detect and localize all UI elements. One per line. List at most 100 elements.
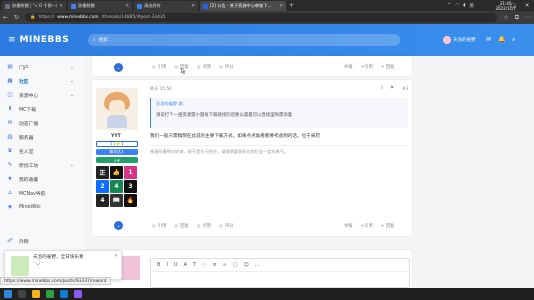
medal-badge[interactable]: 3 bbox=[124, 180, 137, 193]
reply-editor[interactable]: B I U A T ◌ ≡ ∞ ▢ ☺ … bbox=[150, 258, 410, 288]
like-button[interactable]: ◎ 点赞 bbox=[197, 223, 211, 230]
sidebar-item-label: 我的收藏 bbox=[19, 177, 39, 183]
app-icon[interactable] bbox=[74, 290, 82, 298]
wifi-icon[interactable]: ◠ bbox=[455, 3, 459, 9]
editor-tool-button[interactable]: ◌ bbox=[202, 262, 206, 268]
sidebar-item[interactable]: ♛ 名人堂 bbox=[0, 144, 86, 158]
sidebar-item[interactable]: ★ 我的收藏 bbox=[0, 172, 86, 186]
editor-tool-button[interactable]: I bbox=[166, 262, 167, 268]
browser-tab-4[interactable]: [2] 公告 - 关于资源中心审核下... ✕ bbox=[200, 1, 286, 11]
reply-button[interactable]: ◎ 回复 bbox=[174, 223, 188, 230]
sidebar-item[interactable]: ▤ 门户 ⌄ bbox=[0, 60, 86, 74]
new-tab-button[interactable]: + bbox=[289, 1, 294, 11]
search-icon[interactable] bbox=[18, 290, 26, 298]
post-time[interactable]: 昨天 15:56 bbox=[150, 86, 172, 92]
close-icon[interactable]: ✕ bbox=[114, 253, 118, 259]
start-icon[interactable] bbox=[4, 290, 12, 298]
editor-tool-button[interactable]: T bbox=[193, 262, 196, 268]
editor-tool-button[interactable]: ∞ bbox=[223, 262, 227, 268]
menu-icon[interactable]: ≡ bbox=[8, 35, 16, 45]
quote-button[interactable]: ◎ 引用 bbox=[152, 223, 166, 230]
editor-tool-button[interactable]: … bbox=[255, 262, 260, 268]
medal-badge[interactable]: 2 bbox=[96, 180, 109, 193]
editor-tool-button[interactable]: A bbox=[184, 262, 187, 268]
like-button[interactable]: ◎ 点赞 bbox=[197, 64, 211, 71]
chevron-down-icon[interactable]: ⌄ bbox=[70, 163, 74, 168]
sidebar-item[interactable]: ⌂ MCNav导航 bbox=[0, 186, 86, 200]
post-username[interactable]: YYT bbox=[111, 134, 121, 139]
close-window-icon[interactable]: ✕ bbox=[520, 0, 534, 11]
bell-icon[interactable]: 🔔 bbox=[498, 36, 505, 43]
back-icon[interactable]: ← bbox=[3, 14, 8, 21]
editor-tool-button[interactable]: ≡ bbox=[212, 262, 216, 268]
multi-quote-button[interactable]: +引用 bbox=[361, 223, 373, 229]
rate-button[interactable]: ◎ 评分 bbox=[219, 64, 233, 71]
editor-tool-button[interactable]: B bbox=[157, 262, 160, 268]
sidebar-item[interactable]: ▦ 社区 ⌄ bbox=[0, 74, 86, 88]
share-icon[interactable]: ⇪ bbox=[380, 86, 384, 91]
reply-quick-button[interactable]: + 回复 bbox=[381, 64, 395, 70]
quote-author[interactable]: 天治的雀野 说： bbox=[156, 101, 403, 107]
address-bar: ← ↻ 🔒 https://www.minebbs.com/threads/14… bbox=[0, 11, 534, 24]
sidebar-item-label: 外网 bbox=[19, 239, 29, 245]
input-language[interactable]: 英 bbox=[470, 3, 475, 9]
edge-icon[interactable] bbox=[60, 290, 68, 298]
medal-badge[interactable]: 👍 bbox=[110, 166, 123, 179]
scroll-up-button[interactable]: ⌄ bbox=[114, 63, 123, 72]
sidebar-item[interactable]: ✎ 原创工坊 ⌄ bbox=[0, 158, 86, 172]
search-icon[interactable]: ⌕ bbox=[512, 36, 515, 44]
tab-title: [2] 公告 - 关于资源中心审核下... bbox=[210, 3, 272, 8]
quote-button[interactable]: ◎ 引用 bbox=[152, 64, 166, 71]
medal-badge[interactable]: 1 bbox=[124, 166, 137, 179]
report-button[interactable]: 举报 bbox=[344, 64, 353, 70]
notification-toast[interactable]: ✕ 天治的雀野，全日快乐希 - ◡̈ - bbox=[4, 250, 122, 280]
sidebar-item[interactable]: ✉ 动态广播 bbox=[0, 116, 86, 130]
report-button[interactable]: 举报 bbox=[344, 223, 353, 229]
reply-quick-button[interactable]: + 回复 bbox=[381, 223, 395, 229]
mail-icon[interactable]: ✉ bbox=[486, 36, 491, 43]
medal-badge[interactable]: 4 bbox=[110, 180, 123, 193]
chevron-down-icon[interactable]: ⌄ bbox=[70, 93, 74, 98]
editor-tool-button[interactable]: ▢ bbox=[233, 262, 238, 268]
browser-tab-1[interactable]: 辞墨鲸鲤 | “» O 千鲜—始... ✕ bbox=[2, 1, 66, 11]
url-field[interactable]: 🔒 https://www.minebbs.com/threads/14885/… bbox=[25, 13, 498, 22]
sidebar-item[interactable]: ☍ 外网 bbox=[0, 234, 86, 248]
clock[interactable]: 21:45 2022/11/7 bbox=[495, 1, 516, 11]
search-input[interactable]: ⌕ 搜索... bbox=[88, 34, 400, 46]
close-icon[interactable]: ✕ bbox=[279, 4, 283, 9]
volume-icon[interactable]: ◖ bbox=[463, 3, 465, 9]
chevron-down-icon[interactable]: ⌄ bbox=[70, 79, 74, 84]
medal-badge[interactable]: 4 bbox=[96, 194, 109, 207]
browser-tab-2[interactable]: 辞墨鲸鲤 ✕ bbox=[68, 1, 132, 11]
editor-tool-button[interactable]: U bbox=[174, 262, 178, 268]
rate-button[interactable]: ◎ 评分 bbox=[219, 223, 233, 230]
user-menu[interactable]: 天治的雀野 bbox=[443, 36, 476, 44]
site-logo[interactable]: MINEBBS bbox=[20, 35, 70, 45]
medal-badge[interactable]: 🔥 bbox=[124, 194, 137, 207]
sidebar-item[interactable]: ◈ MineWiki bbox=[0, 200, 86, 214]
star-icon[interactable]: ☆ bbox=[503, 14, 508, 21]
extensions-icon[interactable]: ⧉ bbox=[515, 14, 519, 22]
close-icon[interactable]: ✕ bbox=[125, 4, 129, 9]
sidebar-item[interactable]: ◫ 资源中心 ⌄ bbox=[0, 88, 86, 102]
bookmark-icon[interactable]: ⚑ bbox=[390, 86, 394, 91]
close-icon[interactable]: ✕ bbox=[191, 4, 195, 9]
close-icon[interactable]: ✕ bbox=[59, 4, 63, 9]
user-avatar[interactable] bbox=[96, 88, 138, 130]
editor-tool-button[interactable]: ☺ bbox=[244, 262, 249, 268]
browser-tab-3[interactable]: 请选择符 ✕ bbox=[134, 1, 198, 11]
post-number[interactable]: #3 bbox=[402, 86, 408, 91]
medal-badge[interactable]: 📖 bbox=[110, 194, 123, 207]
scroll-up-button[interactable]: ⌄ bbox=[114, 221, 123, 230]
file-explorer-icon[interactable] bbox=[32, 290, 40, 298]
chevron-down-icon[interactable]: ⌄ bbox=[70, 65, 74, 70]
medal-badge[interactable]: 正 bbox=[96, 166, 109, 179]
tab-title: 辞墨鲸鲤 bbox=[78, 3, 95, 8]
sidebar-item[interactable]: ⬇ MC下载 bbox=[0, 102, 86, 116]
more-icon[interactable]: ⋯ bbox=[525, 14, 531, 21]
reload-icon[interactable]: ↻ bbox=[14, 14, 19, 21]
sidebar-item[interactable]: ▥ 服务器 bbox=[0, 130, 86, 144]
app-icon[interactable] bbox=[46, 290, 54, 298]
chevron-up-icon[interactable]: ^ bbox=[447, 3, 451, 9]
multi-quote-button[interactable]: +引用 bbox=[361, 64, 373, 70]
